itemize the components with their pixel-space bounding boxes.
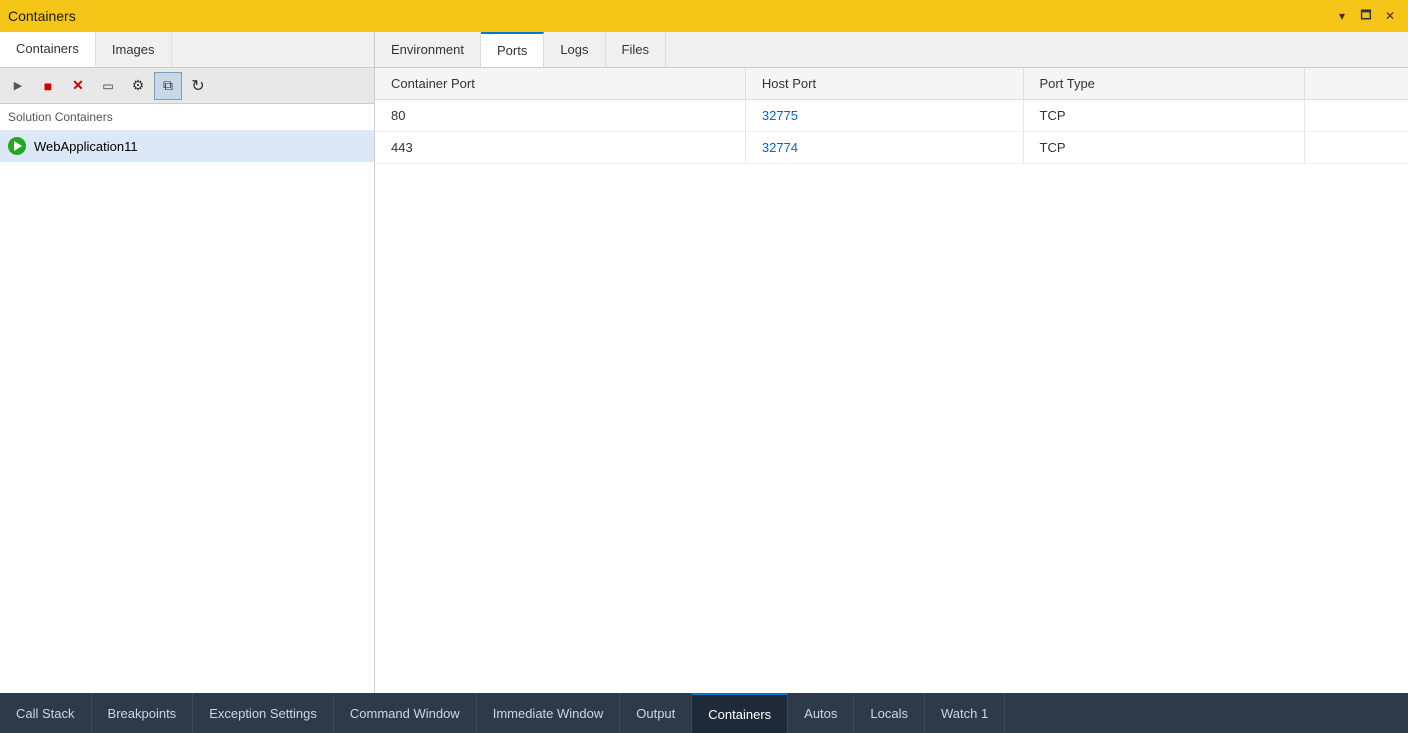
bottom-tab-exception-settings[interactable]: Exception Settings bbox=[193, 693, 334, 733]
dropdown-btn[interactable]: ▾ bbox=[1332, 6, 1352, 26]
port-type-tcp-1: TCP bbox=[1023, 132, 1304, 164]
bottom-tab-autos[interactable]: Autos bbox=[788, 693, 854, 733]
left-panel: Containers Images ▶ ■ ✕ ▭ ⚙ ⧉ ↻ Solution… bbox=[0, 32, 375, 693]
running-icon bbox=[8, 137, 26, 155]
col-container-port: Container Port bbox=[375, 68, 745, 100]
main-area: Containers Images ▶ ■ ✕ ▭ ⚙ ⧉ ↻ Solution… bbox=[0, 32, 1408, 693]
bottom-tab-containers[interactable]: Containers bbox=[692, 693, 788, 733]
tab-ports[interactable]: Ports bbox=[481, 32, 544, 67]
container-port-443: 443 bbox=[375, 132, 745, 164]
tab-containers[interactable]: Containers bbox=[0, 32, 96, 67]
extra-1 bbox=[1304, 132, 1408, 164]
tab-environment[interactable]: Environment bbox=[375, 32, 481, 67]
bottom-tab-breakpoints[interactable]: Breakpoints bbox=[92, 693, 194, 733]
right-panel: Environment Ports Logs Files Container P… bbox=[375, 32, 1408, 693]
bottom-tab-command-window[interactable]: Command Window bbox=[334, 693, 477, 733]
container-port-80: 80 bbox=[375, 100, 745, 132]
terminal-button[interactable]: ▭ bbox=[94, 72, 122, 100]
delete-button[interactable]: ✕ bbox=[64, 72, 92, 100]
start-button[interactable]: ▶ bbox=[4, 72, 32, 100]
bottom-bar: Call Stack Breakpoints Exception Setting… bbox=[0, 693, 1408, 733]
host-port-32775[interactable]: 32775 bbox=[745, 100, 1023, 132]
title-bar-controls: ▾ 🗖 ✕ bbox=[1332, 6, 1400, 26]
table-row: 443 32774 TCP bbox=[375, 132, 1408, 164]
restore-btn[interactable]: 🗖 bbox=[1356, 6, 1376, 26]
port-type-tcp-0: TCP bbox=[1023, 100, 1304, 132]
table-header-row: Container Port Host Port Port Type bbox=[375, 68, 1408, 100]
col-extra bbox=[1304, 68, 1408, 100]
bottom-tab-watch1[interactable]: Watch 1 bbox=[925, 693, 1005, 733]
tab-files[interactable]: Files bbox=[606, 32, 666, 67]
container-name: WebApplication11 bbox=[34, 139, 138, 154]
ports-table: Container Port Host Port Port Type 80 32… bbox=[375, 68, 1408, 164]
extra-0 bbox=[1304, 100, 1408, 132]
settings-button[interactable]: ⚙ bbox=[124, 72, 152, 100]
tab-images[interactable]: Images bbox=[96, 32, 172, 67]
container-list: WebApplication11 bbox=[0, 130, 374, 693]
title-bar: Containers ▾ 🗖 ✕ bbox=[0, 0, 1408, 32]
bottom-tab-call-stack[interactable]: Call Stack bbox=[0, 693, 92, 733]
close-btn[interactable]: ✕ bbox=[1380, 6, 1400, 26]
left-toolbar: ▶ ■ ✕ ▭ ⚙ ⧉ ↻ bbox=[0, 68, 374, 104]
refresh-button[interactable]: ↻ bbox=[184, 72, 212, 100]
col-port-type: Port Type bbox=[1023, 68, 1304, 100]
stop-button[interactable]: ■ bbox=[34, 72, 62, 100]
copy-button[interactable]: ⧉ bbox=[154, 72, 182, 100]
bottom-tab-output[interactable]: Output bbox=[620, 693, 692, 733]
bottom-tab-locals[interactable]: Locals bbox=[854, 693, 925, 733]
right-tabs: Environment Ports Logs Files bbox=[375, 32, 1408, 68]
solution-label: Solution Containers bbox=[0, 104, 374, 130]
ports-table-wrapper: Container Port Host Port Port Type 80 32… bbox=[375, 68, 1408, 693]
table-row: 80 32775 TCP bbox=[375, 100, 1408, 132]
left-tabs: Containers Images bbox=[0, 32, 374, 68]
col-host-port: Host Port bbox=[745, 68, 1023, 100]
bottom-tab-immediate-window[interactable]: Immediate Window bbox=[477, 693, 621, 733]
container-item[interactable]: WebApplication11 bbox=[0, 130, 374, 162]
window-title: Containers bbox=[8, 8, 76, 24]
host-port-32774[interactable]: 32774 bbox=[745, 132, 1023, 164]
tab-logs[interactable]: Logs bbox=[544, 32, 605, 67]
